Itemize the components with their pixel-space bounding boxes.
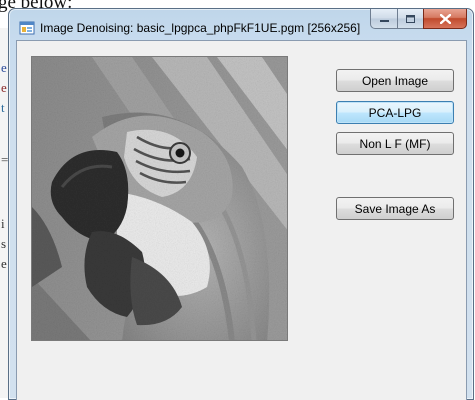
form-client-area: Open Image PCA-LPG Non L F (MF) Save Ima… [16, 40, 467, 400]
maximize-button[interactable] [397, 9, 423, 29]
close-icon [439, 13, 451, 24]
window-title: Image Denoising: basic_lpgpca_phpFkF1UE.… [40, 21, 361, 35]
image-denoising-window[interactable]: Image Denoising: basic_lpgpca_phpFkF1UE.… [8, 8, 474, 400]
background-char: e [1, 80, 7, 95]
background-char: t [1, 100, 5, 115]
background-char: i [1, 216, 5, 231]
picture-box [31, 56, 288, 341]
close-button[interactable] [423, 9, 467, 29]
caption-buttons [370, 9, 467, 29]
parrot-image [32, 57, 287, 340]
desktop-screenshot: ge below: e e t = i s e Image Denoising:… [0, 0, 475, 400]
open-image-button[interactable]: Open Image [336, 69, 454, 92]
non-lf-mf-button[interactable]: Non L F (MF) [336, 132, 454, 155]
save-image-as-button[interactable]: Save Image As [336, 197, 454, 220]
pca-lpg-button[interactable]: PCA-LPG [336, 101, 454, 124]
windows-form-icon[interactable] [19, 20, 35, 36]
background-char: e [1, 256, 7, 271]
background-char: s [1, 236, 7, 251]
minimize-icon [379, 19, 389, 22]
maximize-icon [406, 14, 415, 23]
background-char: e [1, 60, 7, 75]
minimize-button[interactable] [370, 9, 397, 29]
